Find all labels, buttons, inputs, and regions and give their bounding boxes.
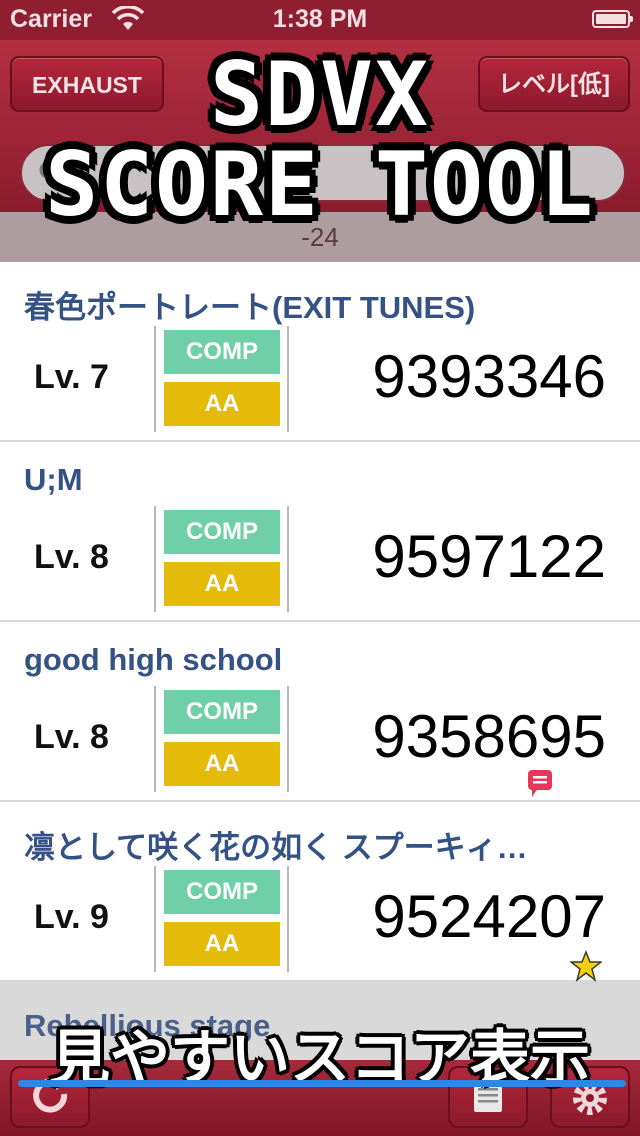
song-list: 春色ポートレート(EXIT TUNES) Lv. 7 COMP AA 93933…	[0, 262, 640, 1082]
clear-badge: COMP	[164, 510, 280, 554]
divider	[154, 326, 156, 432]
song-level: Lv. 9	[34, 898, 109, 936]
song-row[interactable]: 春色ポートレート(EXIT TUNES) Lv. 7 COMP AA 93933…	[0, 262, 640, 442]
song-score: 9524207	[372, 883, 606, 950]
divider	[154, 506, 156, 612]
status-time: 1:38 PM	[272, 5, 368, 33]
divider	[154, 866, 156, 972]
battery-icon	[592, 10, 633, 28]
clear-badge: COMP	[164, 870, 280, 914]
divider	[287, 866, 289, 972]
song-title: good high school	[24, 642, 283, 677]
divider	[287, 686, 289, 792]
song-row[interactable]: U;M Lv. 8 COMP AA 9597122	[0, 442, 640, 622]
grade-badge: AA	[164, 742, 280, 786]
song-level: Lv. 7	[34, 358, 109, 396]
status-bar: Carrier 1:38 PM	[0, 0, 640, 40]
song-title: 凛として咲く花の如く スプーキィ…	[24, 830, 528, 865]
song-level: Lv. 8	[34, 718, 109, 756]
song-row[interactable]: 凛として咲く花の如く スプーキィ… Lv. 9 COMP AA 9524207	[0, 802, 640, 982]
song-score: 9358695	[372, 703, 606, 770]
promo-title-line1: SDVX	[210, 43, 430, 146]
song-score: 9597122	[372, 523, 606, 590]
divider	[154, 686, 156, 792]
song-title: U;M	[24, 462, 83, 497]
song-row[interactable]: good high school Lv. 8 COMP AA 9358695	[0, 622, 640, 802]
grade-badge: AA	[164, 382, 280, 426]
star-icon[interactable]	[570, 950, 602, 982]
song-level: Lv. 8	[34, 538, 109, 576]
divider	[287, 506, 289, 612]
promo-title: SDVX SCORE TOOL	[0, 50, 640, 230]
song-title: 春色ポートレート(EXIT TUNES)	[24, 290, 476, 325]
promo-title-line2: SCORE TOOL	[45, 133, 595, 236]
grade-badge: AA	[164, 562, 280, 606]
comment-icon[interactable]	[528, 770, 552, 798]
clear-badge: COMP	[164, 690, 280, 734]
grade-badge: AA	[164, 922, 280, 966]
caption-underline	[18, 1080, 626, 1087]
divider	[287, 326, 289, 432]
clear-badge: COMP	[164, 330, 280, 374]
song-score: 9393346	[372, 343, 606, 410]
